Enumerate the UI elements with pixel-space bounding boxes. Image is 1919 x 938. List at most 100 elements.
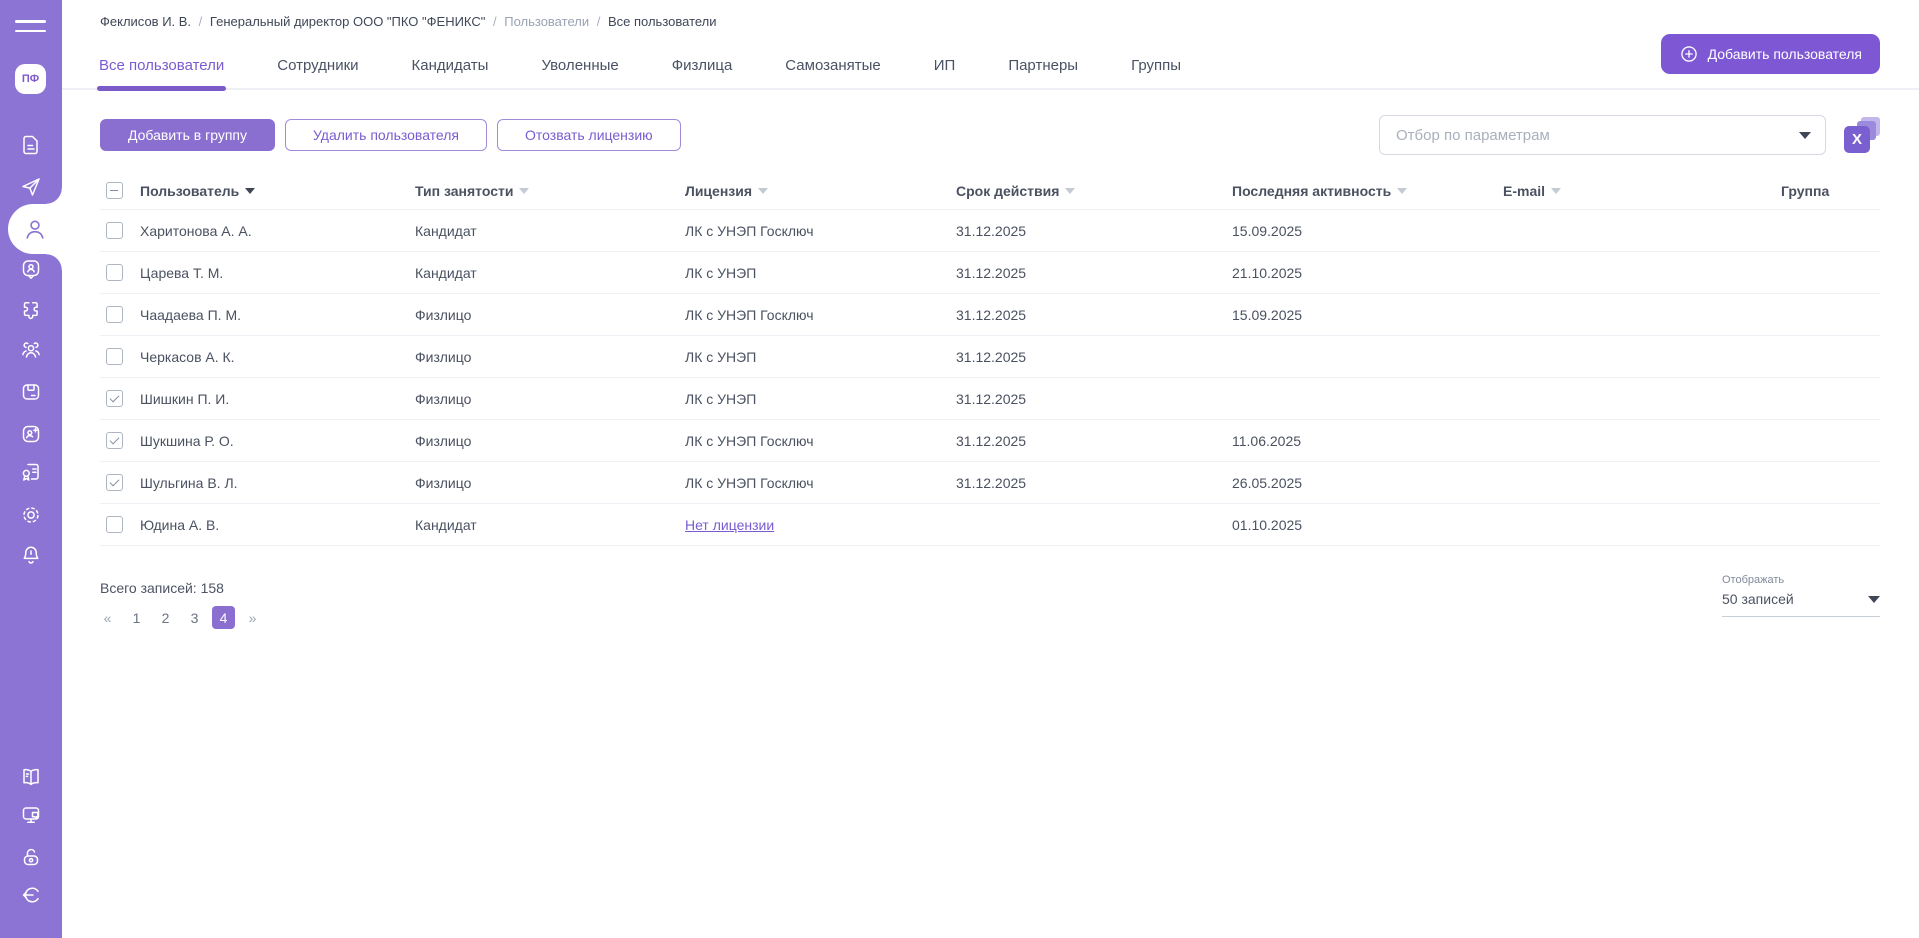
row-checkbox[interactable]: [106, 390, 123, 407]
sidebar-item-knowledge-base[interactable]: [0, 763, 62, 791]
tab-dismissed[interactable]: Уволенные: [541, 41, 618, 89]
sort-icon[interactable]: [758, 188, 768, 194]
certificate-icon: [19, 460, 43, 484]
cell-activity: 15.09.2025: [1232, 223, 1503, 239]
add-contact-icon: [19, 422, 43, 446]
sidebar-item-logout[interactable]: [0, 881, 62, 909]
sort-icon[interactable]: [519, 188, 529, 194]
sidebar-item-notifications[interactable]: [0, 541, 62, 569]
page-2-button[interactable]: 2: [154, 606, 177, 629]
cell-license: ЛК с УНЭП Госключ: [685, 223, 956, 239]
row-checkbox[interactable]: [106, 474, 123, 491]
select-all-checkbox[interactable]: [106, 182, 123, 199]
cell-activity: 01.10.2025: [1232, 517, 1503, 533]
add-user-button[interactable]: Добавить пользователя: [1661, 34, 1880, 74]
tab-ip[interactable]: ИП: [934, 41, 956, 89]
tabbar: Все пользователи Сотрудники Кандидаты Ув…: [62, 42, 1919, 90]
sidebar-item-settings[interactable]: [0, 501, 62, 529]
chevron-down-icon[interactable]: [1868, 596, 1880, 603]
total-records-label: Всего записей: 158: [100, 580, 224, 596]
book-icon: [19, 765, 43, 789]
cell-term: 31.12.2025: [956, 223, 1232, 239]
tab-groups[interactable]: Группы: [1131, 41, 1181, 89]
page-next-button[interactable]: »: [241, 606, 264, 629]
excel-x-icon: X: [1844, 126, 1870, 153]
export-excel-button[interactable]: X: [1844, 117, 1880, 153]
sidebar-item-certificates[interactable]: [0, 458, 62, 486]
sidebar-item-add-contact[interactable]: [0, 420, 62, 448]
cell-term: 31.12.2025: [956, 391, 1232, 407]
sort-icon[interactable]: [1551, 188, 1561, 194]
lock-icon: [19, 845, 43, 869]
tab-individuals[interactable]: Физлица: [672, 41, 733, 89]
notifications-icon: [19, 543, 43, 567]
row-checkbox[interactable]: [106, 222, 123, 239]
sidebar-item-support[interactable]: [0, 801, 62, 829]
display-value: 50 записей: [1722, 591, 1794, 607]
row-checkbox[interactable]: [106, 264, 123, 281]
sort-icon[interactable]: [245, 188, 255, 194]
column-email[interactable]: E-mail: [1503, 183, 1561, 199]
add-user-label: Добавить пользователя: [1708, 46, 1862, 62]
table-row[interactable]: Чаадаева П. М. Физлицо ЛК с УНЭП Госключ…: [100, 294, 1880, 336]
sort-icon[interactable]: [1397, 188, 1407, 194]
tab-self-employed[interactable]: Самозанятые: [785, 41, 880, 89]
table-row[interactable]: Шульгина В. Л. Физлицо ЛК с УНЭП Госключ…: [100, 462, 1880, 504]
tab-candidates[interactable]: Кандидаты: [412, 41, 489, 89]
sort-icon[interactable]: [1065, 188, 1075, 194]
row-checkbox[interactable]: [106, 432, 123, 449]
page-4-button[interactable]: 4: [212, 606, 235, 629]
add-to-group-button[interactable]: Добавить в группу: [100, 119, 275, 151]
table-row[interactable]: Царева Т. М. Кандидат ЛК с УНЭП 31.12.20…: [100, 252, 1880, 294]
display-label: Отображать: [1722, 574, 1880, 586]
user-management-app: ПФ: [0, 0, 1919, 938]
cell-term: 31.12.2025: [956, 265, 1232, 281]
sidebar-item-archive[interactable]: [0, 378, 62, 406]
column-user[interactable]: Пользователь: [140, 183, 255, 199]
revoke-license-button[interactable]: Отозвать лицензию: [497, 119, 681, 151]
breadcrumb-separator: /: [199, 14, 203, 29]
row-checkbox[interactable]: [106, 516, 123, 533]
filter-input[interactable]: [1379, 115, 1826, 155]
breadcrumb-current: Все пользователи: [608, 14, 717, 29]
breadcrumb-separator: /: [493, 14, 497, 29]
cell-license: ЛК с УНЭП Госключ: [685, 475, 956, 491]
sidebar-item-users-active[interactable]: [8, 204, 62, 254]
cell-type: Физлицо: [415, 475, 685, 491]
table-row[interactable]: Юдина А. В. Кандидат Нет лицензии 01.10.…: [100, 504, 1880, 546]
row-checkbox[interactable]: [106, 348, 123, 365]
row-checkbox[interactable]: [106, 306, 123, 323]
table-row[interactable]: Шукшина Р. О. Физлицо ЛК с УНЭП Госключ …: [100, 420, 1880, 462]
table-row[interactable]: Шишкин П. И. Физлицо ЛК с УНЭП 31.12.202…: [100, 378, 1880, 420]
cell-term: 31.12.2025: [956, 433, 1232, 449]
sidebar-item-integrations[interactable]: [0, 296, 62, 324]
tab-employees[interactable]: Сотрудники: [277, 41, 358, 89]
page-3-button[interactable]: 3: [183, 606, 206, 629]
records-per-page-select[interactable]: Отображать 50 записей: [1722, 574, 1880, 617]
column-employment-type[interactable]: Тип занятости: [415, 183, 529, 199]
column-last-activity[interactable]: Последняя активность: [1232, 183, 1407, 199]
document-icon: [19, 133, 43, 157]
tab-partners[interactable]: Партнеры: [1008, 41, 1078, 89]
tab-all-users[interactable]: Все пользователи: [99, 41, 224, 89]
page-prev-button[interactable]: «: [96, 606, 119, 629]
table-row[interactable]: Харитонова А. А. Кандидат ЛК с УНЭП Госк…: [100, 210, 1880, 252]
column-term[interactable]: Срок действия: [956, 183, 1075, 199]
no-license-link[interactable]: Нет лицензии: [685, 517, 774, 533]
sidebar-item-id-badge[interactable]: [0, 255, 62, 283]
delete-user-button[interactable]: Удалить пользователя: [285, 119, 487, 151]
breadcrumb-company[interactable]: Генеральный директор ООО "ПКО "ФЕНИКС": [210, 14, 485, 29]
cell-type: Физлицо: [415, 391, 685, 407]
sidebar-item-security[interactable]: [0, 843, 62, 871]
user-icon: [22, 216, 48, 242]
app-logo[interactable]: ПФ: [15, 64, 46, 94]
column-license[interactable]: Лицензия: [685, 183, 768, 199]
breadcrumb-user[interactable]: Феклисов И. В.: [100, 14, 191, 29]
sidebar-item-groups[interactable]: [0, 336, 62, 364]
menu-icon[interactable]: [15, 20, 46, 33]
breadcrumb-section[interactable]: Пользователи: [504, 14, 589, 29]
sidebar-item-documents[interactable]: [0, 131, 62, 159]
table-row[interactable]: Черкасов А. К. Физлицо ЛК с УНЭП 31.12.2…: [100, 336, 1880, 378]
page-1-button[interactable]: 1: [125, 606, 148, 629]
cell-user: Шукшина Р. О.: [140, 433, 415, 449]
